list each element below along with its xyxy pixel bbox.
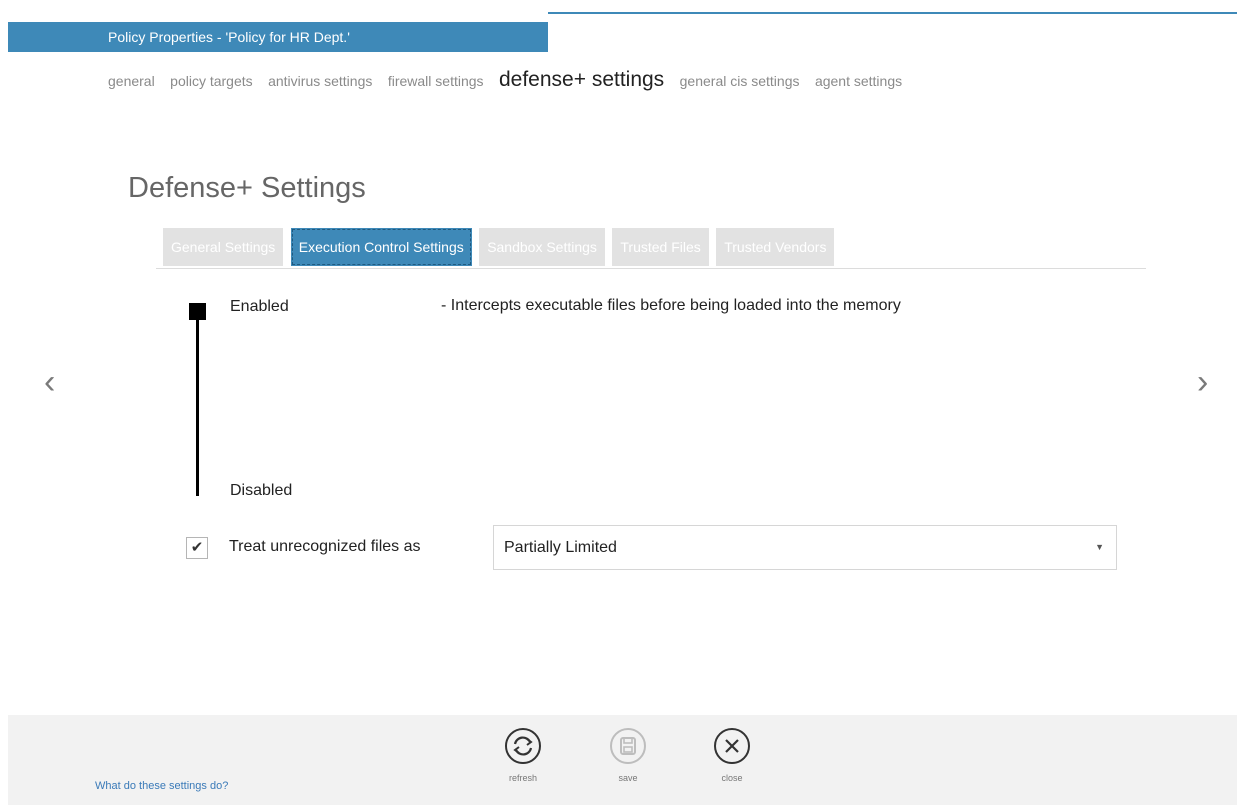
tab-sandbox-settings[interactable]: Sandbox Settings [479, 228, 605, 266]
nav-agent-settings[interactable]: agent settings [815, 73, 902, 89]
refresh-button-label: refresh [508, 773, 537, 783]
save-button[interactable]: save [598, 727, 658, 783]
close-button-label: close [721, 773, 743, 783]
chevron-left-icon[interactable]: ‹ [44, 362, 55, 402]
nav-policy-targets[interactable]: policy targets [170, 73, 252, 89]
slider-label-disabled: Disabled [230, 482, 293, 499]
save-button-label: save [618, 773, 638, 783]
checkmark-icon: ✔ [190, 539, 204, 556]
execution-control-slider-thumb[interactable] [189, 303, 206, 320]
nav-antivirus-settings[interactable]: antivirus settings [268, 73, 372, 89]
execution-control-slider-track[interactable] [196, 310, 199, 496]
subtabs-divider [156, 268, 1146, 269]
dropdown-selected-value: Partially Limited [504, 539, 617, 556]
close-icon [713, 727, 751, 765]
tab-execution-control-settings[interactable]: Execution Control Settings [290, 228, 472, 266]
slider-label-enabled: Enabled [230, 298, 289, 315]
nav-defense-plus-settings[interactable]: defense+ settings [499, 68, 664, 92]
unrecognized-files-dropdown[interactable]: Partially Limited ▼ [493, 525, 1117, 570]
refresh-icon [504, 727, 542, 765]
save-icon [609, 727, 647, 765]
window-title: Policy Properties - 'Policy for HR Dept.… [108, 29, 350, 45]
close-button[interactable]: close [702, 727, 762, 783]
treat-unrecognized-checkbox[interactable]: ✔ [186, 537, 208, 559]
page-title: Defense+ Settings [128, 172, 366, 204]
tab-trusted-vendors[interactable]: Trusted Vendors [716, 228, 835, 266]
nav-general[interactable]: general [108, 73, 155, 89]
help-link[interactable]: What do these settings do? [95, 780, 228, 792]
top-navigation: general policy targets antivirus setting… [108, 68, 913, 92]
treat-unrecognized-label: Treat unrecognized files as [229, 538, 421, 555]
chevron-right-icon[interactable]: › [1197, 362, 1208, 402]
tab-trusted-files[interactable]: Trusted Files [612, 228, 709, 266]
settings-subtabs: General Settings Execution Control Setti… [163, 228, 837, 266]
refresh-button[interactable]: refresh [493, 727, 553, 783]
nav-firewall-settings[interactable]: firewall settings [388, 73, 484, 89]
title-accent-line [548, 12, 1237, 14]
nav-general-cis-settings[interactable]: general cis settings [680, 73, 800, 89]
tab-general-settings[interactable]: General Settings [163, 228, 284, 266]
window-title-bar: Policy Properties - 'Policy for HR Dept.… [8, 22, 548, 52]
caret-down-icon: ▼ [1095, 542, 1104, 552]
slider-level-description: - Intercepts executable files before bei… [441, 297, 901, 314]
